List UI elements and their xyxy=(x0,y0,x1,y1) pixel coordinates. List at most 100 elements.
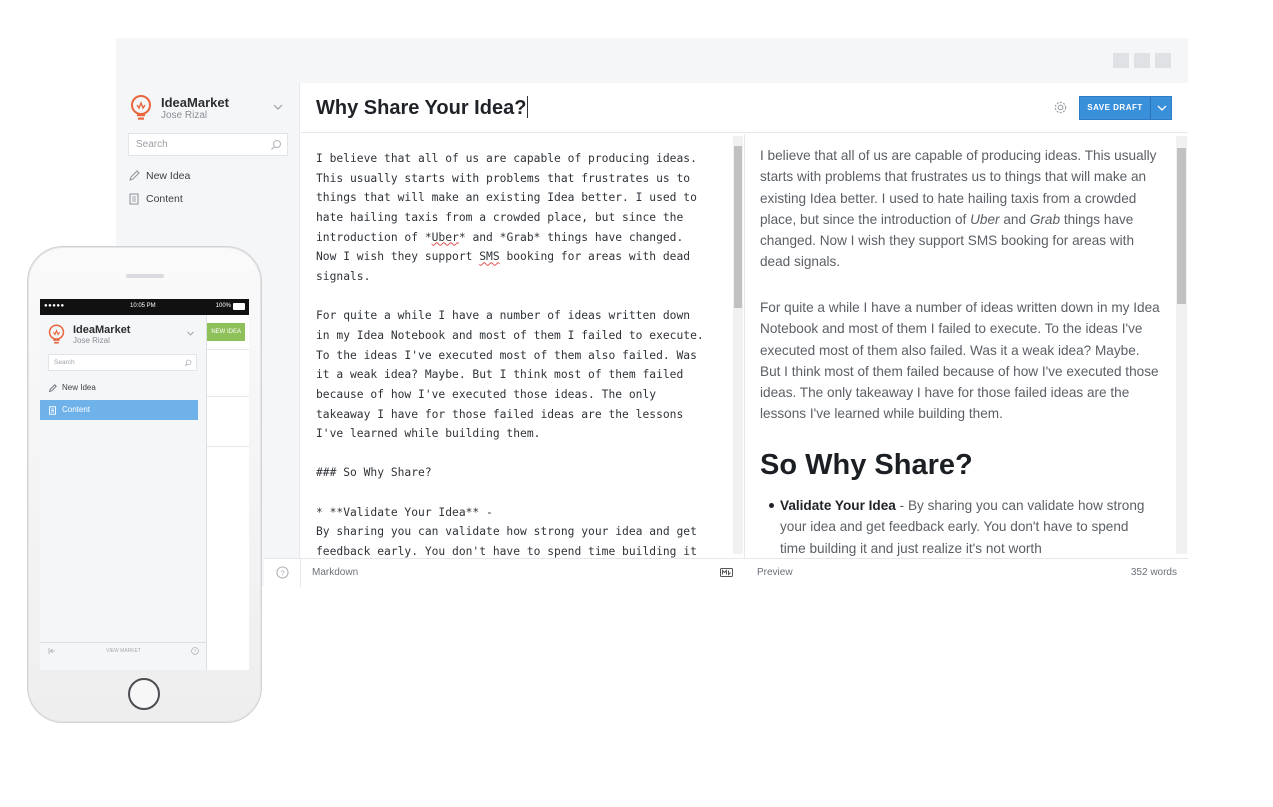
markdown-line: ### So Why Share? xyxy=(316,466,432,480)
markdown-scrollbar-thumb[interactable] xyxy=(734,146,742,308)
sidebar-item-label: New Idea xyxy=(146,170,191,182)
preview-emphasis: Uber xyxy=(970,211,1000,227)
battery-percent: 100% xyxy=(215,303,231,309)
window-control-close[interactable] xyxy=(1155,53,1171,68)
markdown-line: hate hailing taxis from a crowded place,… xyxy=(316,210,684,224)
preview-scrollbar[interactable] xyxy=(1176,136,1187,554)
markdown-line xyxy=(316,444,726,464)
markdown-line: I believe that all of us are capable of … xyxy=(316,152,697,165)
markdown-line: signals. xyxy=(316,269,371,283)
save-draft-label: SAVE DRAFT xyxy=(1087,103,1143,112)
sidebar-item-label: New Idea xyxy=(62,383,96,392)
document-title-input[interactable]: Why Share Your Idea? xyxy=(316,96,529,120)
divider xyxy=(207,396,249,397)
search-placeholder: Search xyxy=(54,359,75,366)
footer-divider xyxy=(300,559,301,587)
markdown-line: in my Idea Notebook and most of them I f… xyxy=(316,328,704,342)
bullet-icon xyxy=(769,503,774,508)
lightbulb-logo-icon xyxy=(48,324,65,344)
markdown-label: Markdown xyxy=(312,567,359,578)
phone-mockup: ●●●●● 10:05 PM 100% NEW IDEA IdeaMarket xyxy=(27,246,262,723)
search-input[interactable]: Search xyxy=(48,354,197,371)
preview-label: Preview xyxy=(757,567,793,578)
svg-text:?: ? xyxy=(194,649,197,654)
markdown-line xyxy=(316,287,726,307)
markdown-line: * **Validate Your Idea** - xyxy=(316,505,493,519)
divider xyxy=(207,446,249,447)
spellcheck-word: Uber xyxy=(431,230,459,244)
view-market-link[interactable]: VIEW MARKET xyxy=(40,648,207,654)
markdown-scrollbar[interactable] xyxy=(733,136,743,554)
search-input[interactable]: Search xyxy=(128,133,288,156)
markdown-line: By sharing you can validate how strong y… xyxy=(316,525,697,539)
markdown-line: Now I wish they support SMS booking for … xyxy=(316,250,691,264)
sidebar-item-new-idea[interactable]: New Idea xyxy=(40,378,198,398)
spellcheck-word: SMS xyxy=(479,250,500,264)
preview-heading: So Why Share? xyxy=(760,449,973,481)
search-icon xyxy=(271,140,281,150)
window-control-minimize[interactable] xyxy=(1113,53,1129,68)
markdown-line: takeaway I have for those failed ideas a… xyxy=(316,407,684,421)
phone-speaker xyxy=(126,274,164,278)
help-icon[interactable]: ? xyxy=(191,647,199,655)
preview-strong: Validate Your Idea xyxy=(780,498,896,513)
pencil-icon xyxy=(129,170,140,181)
sidebar-item-new-idea[interactable]: New Idea xyxy=(128,167,288,185)
app-name: IdeaMarket xyxy=(161,95,229,110)
markdown-line: I've learned while building them. xyxy=(316,427,541,441)
new-idea-button[interactable]: NEW IDEA xyxy=(207,323,245,341)
battery-icon xyxy=(233,303,245,310)
markdown-line: To the ideas I've executed most of them … xyxy=(316,348,697,362)
gear-icon[interactable] xyxy=(1053,100,1068,115)
preview-list-item: Validate Your Idea - By sharing you can … xyxy=(780,495,1150,558)
editor-footer: ? Markdown Preview 352 words xyxy=(264,558,1188,587)
stage: IdeaMarket Jose Rizal Search New Idea Co… xyxy=(0,0,1273,807)
preview-paragraph-1: I believe that all of us are capable of … xyxy=(760,145,1160,273)
chevron-down-icon xyxy=(1157,105,1167,111)
sidebar-item-label: Content xyxy=(62,405,91,414)
window-control-maximize[interactable] xyxy=(1134,53,1150,68)
home-button[interactable] xyxy=(128,678,160,710)
markdown-line: For quite a while I have a number of ide… xyxy=(316,309,691,323)
preview-pane: I believe that all of us are capable of … xyxy=(745,134,1176,558)
sidebar-item-label: Content xyxy=(146,193,183,205)
help-icon[interactable]: ? xyxy=(276,566,289,579)
markdown-line: This usually starts with problems that f… xyxy=(316,171,691,185)
phone-sidebar-footer: VIEW MARKET ? xyxy=(40,642,207,660)
search-placeholder: Search xyxy=(136,139,168,150)
markdown-line: things that will make an existing Idea b… xyxy=(316,191,697,205)
preview-scrollbar-thumb[interactable] xyxy=(1177,148,1186,304)
markdown-editor[interactable]: I believe that all of us are capable of … xyxy=(301,134,744,558)
markdown-line xyxy=(316,483,726,503)
user-name: Jose Rizal xyxy=(161,110,208,121)
chevron-down-icon[interactable] xyxy=(272,101,284,113)
markdown-icon[interactable] xyxy=(720,568,733,577)
signal-indicator: ●●●●● xyxy=(44,303,65,309)
preview-paragraph-2: For quite a while I have a number of ide… xyxy=(760,300,1160,422)
editor-header: Why Share Your Idea? SAVE DRAFT xyxy=(301,83,1188,133)
preview-text: and xyxy=(1003,211,1027,227)
phone-screen: ●●●●● 10:05 PM 100% NEW IDEA IdeaMarket xyxy=(40,299,249,670)
phone-content-peek: NEW IDEA xyxy=(207,315,249,670)
status-time: 10:05 PM xyxy=(130,303,156,309)
divider xyxy=(207,349,249,350)
phone-sidebar: IdeaMarket Jose Rizal Search New Idea Co… xyxy=(40,315,207,670)
markdown-line: because of how I've executed those ideas… xyxy=(316,387,657,401)
lightbulb-logo-icon xyxy=(131,95,151,120)
save-options-dropdown[interactable] xyxy=(1150,97,1172,119)
status-bar: ●●●●● 10:05 PM 100% xyxy=(40,299,249,315)
desktop-window: IdeaMarket Jose Rizal Search New Idea Co… xyxy=(116,38,1188,587)
app-name: IdeaMarket xyxy=(73,324,131,336)
pencil-icon xyxy=(48,384,57,393)
markdown-text[interactable]: I believe that all of us are capable of … xyxy=(316,149,726,558)
user-name: Jose Rizal xyxy=(73,336,110,345)
svg-text:?: ? xyxy=(280,568,284,577)
chevron-down-icon[interactable] xyxy=(186,329,195,338)
brand-switcher[interactable]: IdeaMarket Jose Rizal xyxy=(130,95,290,125)
text-caret xyxy=(527,96,529,118)
sidebar-item-content[interactable]: Content xyxy=(128,190,288,208)
sidebar-item-content[interactable]: Content xyxy=(40,400,198,420)
window-titlebar xyxy=(116,38,1188,83)
save-draft-button[interactable]: SAVE DRAFT xyxy=(1079,96,1172,120)
search-icon xyxy=(184,359,192,367)
